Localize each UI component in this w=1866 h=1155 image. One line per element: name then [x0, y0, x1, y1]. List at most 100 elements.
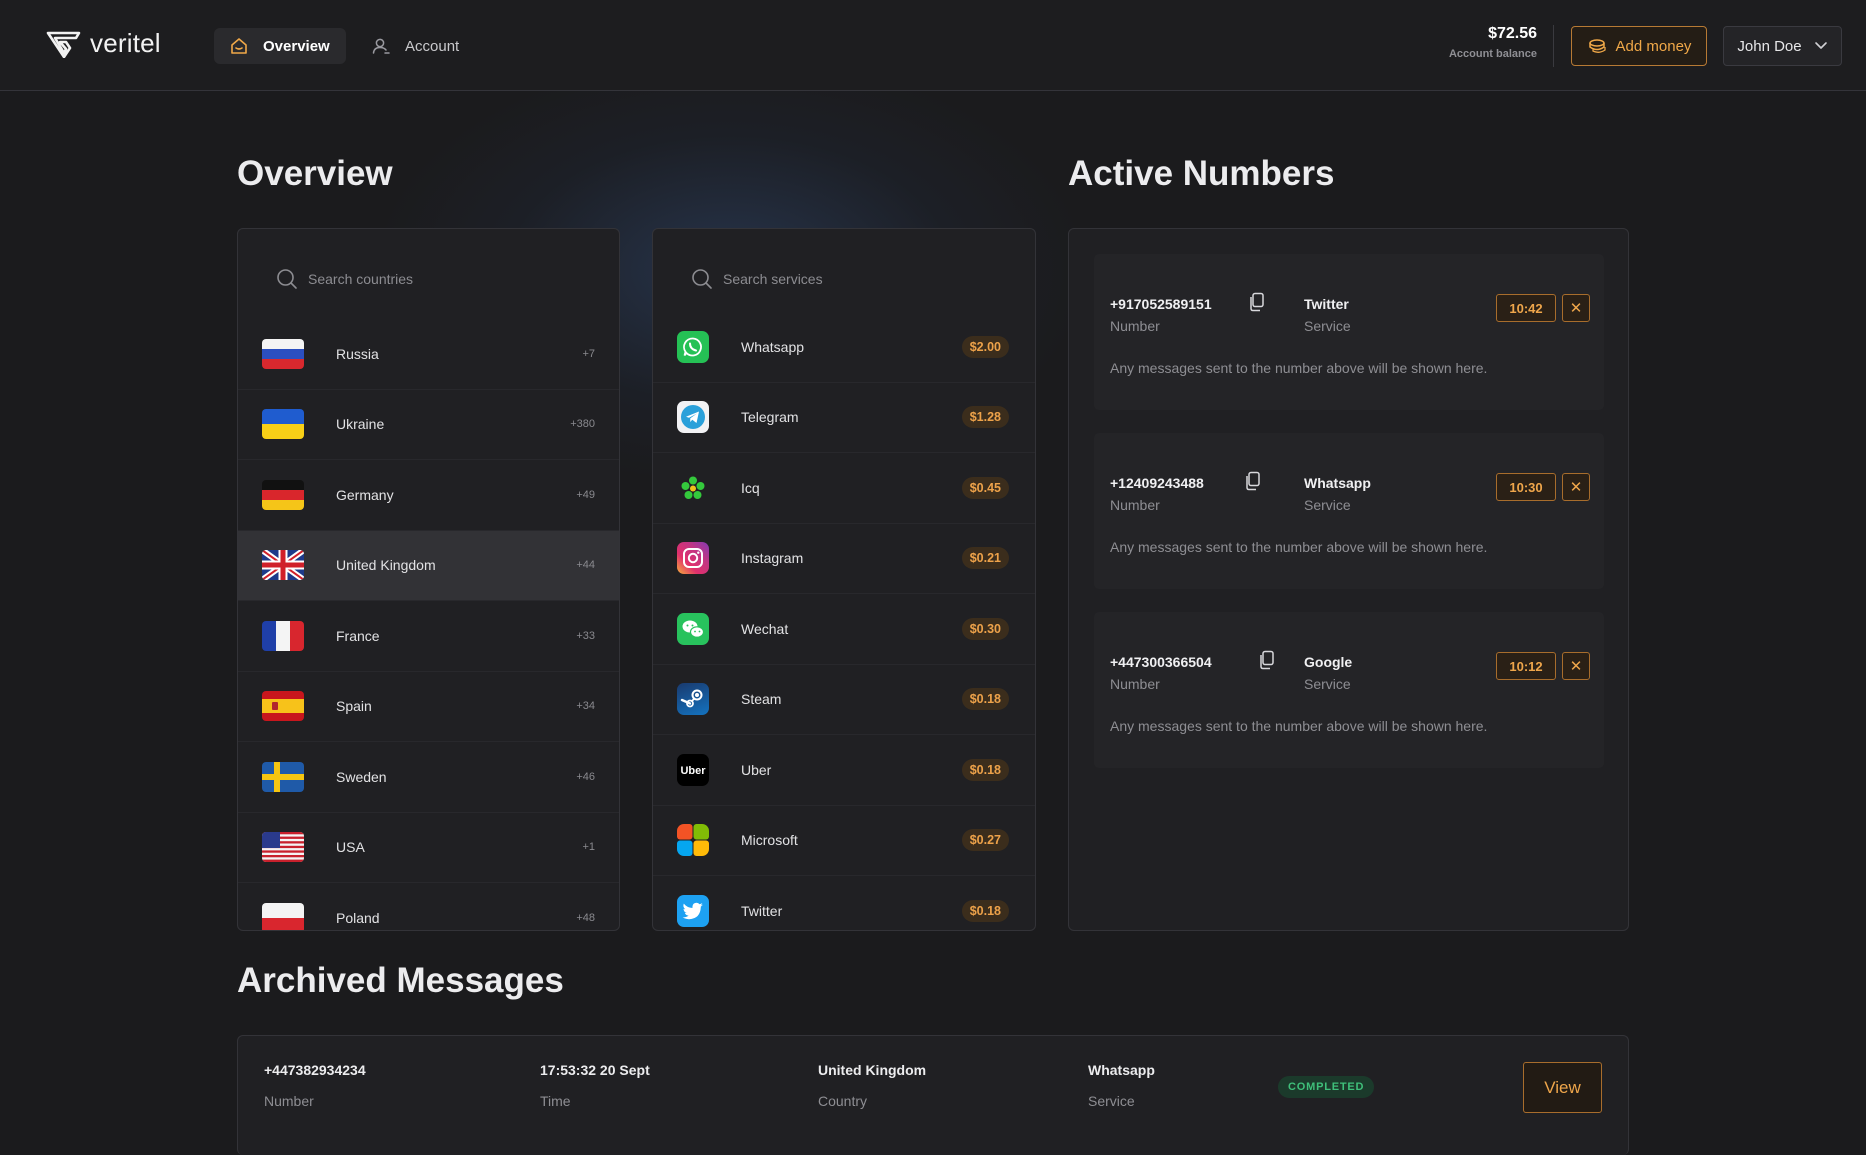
- archived-country-value: United Kingdom: [818, 1062, 927, 1078]
- coins-icon: [1588, 39, 1606, 53]
- active-message-placeholder: Any messages sent to the number above wi…: [1110, 718, 1488, 734]
- poland-flag-icon: [262, 902, 304, 930]
- service-row-uber[interactable]: Uber Uber $0.18: [653, 735, 1035, 806]
- active-number-card: +447300366504 Number Google Service 10:1…: [1094, 612, 1604, 768]
- countries-panel: Search countries Russia +7 Ukraine +380 …: [237, 228, 620, 931]
- icq-icon: [677, 472, 709, 504]
- active-service-label: Service: [1304, 318, 1351, 334]
- country-row-germany[interactable]: Germany +49: [238, 460, 619, 531]
- account-balance: $72.56 Account balance: [1449, 25, 1537, 60]
- services-search[interactable]: Search services: [673, 251, 1015, 307]
- active-number-card: +12409243488 Number Whatsapp Service 10:…: [1094, 433, 1604, 589]
- user-menu[interactable]: John Doe: [1723, 26, 1842, 66]
- status-badge: COMPLETED: [1278, 1076, 1375, 1098]
- copy-icon[interactable]: [1248, 292, 1266, 312]
- active-service: Twitter: [1304, 296, 1349, 312]
- service-name: Twitter: [741, 902, 783, 919]
- archived-messages-panel: [237, 1035, 1629, 1155]
- user-name: John Doe: [1737, 37, 1802, 55]
- countdown-timer: 10:42: [1496, 294, 1556, 322]
- service-row-instagram[interactable]: Instagram $0.21: [653, 524, 1035, 594]
- sweden-flag-icon: [262, 761, 304, 792]
- country-row-poland[interactable]: Poland +48: [238, 883, 619, 930]
- active-message-placeholder: Any messages sent to the number above wi…: [1110, 360, 1488, 376]
- service-name: Uber: [741, 761, 772, 778]
- countries-search-placeholder: Search countries: [308, 271, 414, 287]
- service-row-wechat[interactable]: Wechat $0.30: [653, 594, 1035, 665]
- country-code: +46: [576, 770, 595, 783]
- country-code: +34: [576, 700, 595, 713]
- close-icon: ✕: [1569, 479, 1583, 496]
- country-code: +48: [576, 911, 595, 924]
- countries-search[interactable]: Search countries: [258, 251, 599, 307]
- country-row-ukraine[interactable]: Ukraine +380: [238, 390, 619, 460]
- overview-title: Overview: [237, 154, 393, 193]
- cancel-number-button[interactable]: ✕: [1562, 652, 1590, 680]
- uk-flag-icon: [262, 550, 304, 581]
- user-icon: [372, 38, 390, 54]
- balance-value: $72.56: [1488, 25, 1537, 42]
- microsoft-icon: [677, 824, 709, 857]
- instagram-icon: [677, 542, 709, 575]
- service-name: Instagram: [741, 550, 804, 567]
- steam-icon: [677, 683, 709, 716]
- telegram-icon: [677, 401, 709, 434]
- service-price: $0.27: [961, 829, 1009, 852]
- service-name: Telegram: [741, 409, 799, 426]
- service-row-whatsapp[interactable]: Whatsapp $2.00: [653, 312, 1035, 383]
- country-row-sweden[interactable]: Sweden +46: [238, 742, 619, 813]
- cancel-number-button[interactable]: ✕: [1562, 473, 1590, 501]
- country-code: +7: [582, 347, 595, 360]
- service-row-steam[interactable]: Steam $0.18: [653, 665, 1035, 735]
- view-button[interactable]: View: [1523, 1062, 1602, 1113]
- active-service: Google: [1304, 654, 1353, 670]
- service-row-telegram[interactable]: Telegram $1.28: [653, 383, 1035, 453]
- archived-service-value: Whatsapp: [1088, 1062, 1155, 1078]
- france-flag-icon: [262, 620, 304, 651]
- service-price: $0.18: [961, 758, 1009, 781]
- country-row-russia[interactable]: Russia +7: [238, 319, 619, 390]
- logo[interactable]: veritel: [46, 28, 161, 59]
- nav-account[interactable]: Account: [356, 28, 474, 64]
- country-code: +1: [582, 841, 595, 854]
- country-row-france[interactable]: France +33: [238, 601, 619, 672]
- archived-country: United Kingdom Country: [818, 1062, 926, 1109]
- service-row-microsoft[interactable]: Microsoft $0.27: [653, 806, 1035, 876]
- country-name: Germany: [336, 486, 394, 503]
- active-number-label: Number: [1110, 497, 1160, 513]
- country-row-usa[interactable]: USA +1: [238, 813, 619, 883]
- service-price: $2.00: [961, 335, 1009, 358]
- archived-service: Whatsapp Service: [1088, 1062, 1155, 1109]
- service-price: $0.18: [961, 899, 1009, 922]
- countries-list: Russia +7 Ukraine +380 Germany +49 Unite…: [238, 319, 619, 930]
- service-row-twitter[interactable]: Twitter $0.18: [653, 876, 1035, 930]
- country-name: Russia: [336, 345, 379, 362]
- services-list: Whatsapp $2.00 Telegram $1.28 Icq $0.45 …: [653, 312, 1035, 930]
- spain-flag-icon: [262, 691, 304, 722]
- country-code: +380: [570, 418, 595, 431]
- archived-number-label: Number: [264, 1093, 314, 1109]
- archived-country-label: Country: [818, 1093, 868, 1109]
- add-money-button[interactable]: Add money: [1571, 26, 1707, 66]
- germany-flag-icon: [262, 479, 304, 510]
- wechat-icon: [677, 612, 709, 645]
- copy-icon[interactable]: [1244, 471, 1262, 491]
- active-number: +12409243488: [1110, 475, 1204, 491]
- archived-number: +447382934234 Number: [264, 1062, 366, 1109]
- country-name: Spain: [336, 698, 372, 715]
- active-service: Whatsapp: [1304, 475, 1371, 491]
- cancel-number-button[interactable]: ✕: [1562, 294, 1590, 322]
- archived-service-label: Service: [1088, 1093, 1135, 1109]
- country-row-united-kingdom[interactable]: United Kingdom +44: [238, 530, 619, 601]
- balance-label: Account balance: [1448, 48, 1537, 60]
- veritel-logo-icon: [46, 31, 81, 58]
- copy-icon[interactable]: [1258, 650, 1276, 670]
- nav-overview[interactable]: Overview: [214, 28, 346, 64]
- country-name: Ukraine: [336, 416, 385, 433]
- twitter-icon: [677, 894, 709, 927]
- service-row-icq[interactable]: Icq $0.45: [653, 453, 1035, 524]
- active-number: +447300366504: [1110, 654, 1212, 670]
- country-code: +44: [576, 559, 595, 572]
- top-bar: veritel Overview Account $72.56 Account …: [0, 0, 1866, 91]
- country-row-spain[interactable]: Spain +34: [238, 672, 619, 742]
